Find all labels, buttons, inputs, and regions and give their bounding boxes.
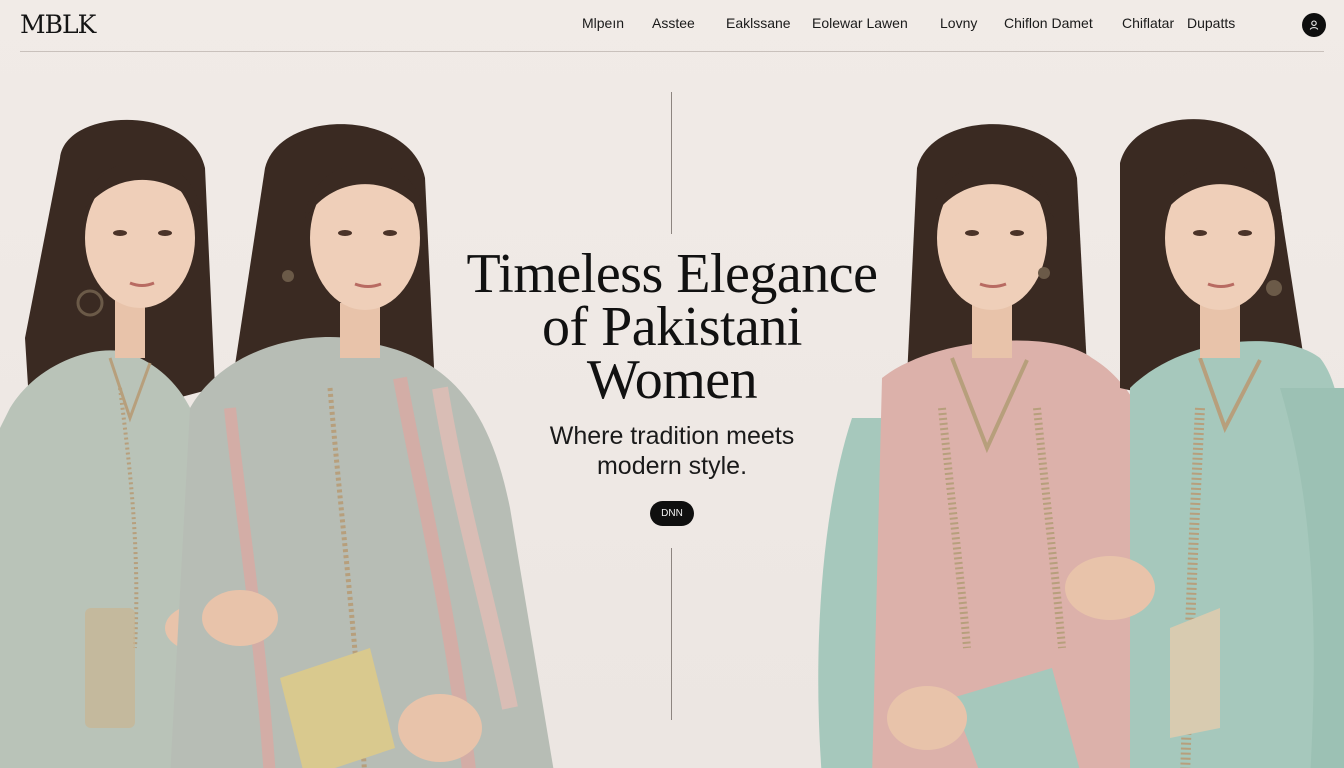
landing-page: MBLK Mlpeın Asstee Eaklssane Eolewar Law… [0, 0, 1344, 768]
nav-item-mlpein[interactable]: Mlpeın [582, 15, 624, 31]
account-button[interactable] [1302, 13, 1326, 37]
nav-item-eaklssane[interactable]: Eaklssane [726, 15, 791, 31]
nav-item-chiflon-damet[interactable]: Chiflon Damet [1004, 15, 1093, 31]
header-divider [20, 51, 1324, 52]
user-icon [1309, 20, 1319, 30]
hero-cta-button[interactable]: DNN [650, 501, 694, 526]
nav-item-eolewar-lawen[interactable]: Eolewar Lawen [812, 15, 908, 31]
nav-item-chiflatar[interactable]: Chiflatar [1122, 15, 1174, 31]
hero-title: Timeless Elegance of Pakistani Women [452, 246, 892, 408]
nav-item-dupatts[interactable]: Dupatts [1187, 15, 1235, 31]
site-header: MBLK Mlpeın Asstee Eaklssane Eolewar Law… [0, 0, 1344, 52]
divider-line-bottom [671, 548, 672, 720]
divider-line-top [671, 92, 672, 234]
hero-subtitle-line-2: modern style. [596, 452, 748, 480]
hero-copy: Timeless Elegance of Pakistani Women Whe… [452, 246, 892, 481]
model-image-mint [1060, 88, 1344, 768]
hero-subtitle: Where tradition meets modern style. [522, 421, 822, 481]
nav-item-asstee[interactable]: Asstee [652, 15, 695, 31]
nav-item-lovny[interactable]: Lovny [940, 15, 977, 31]
hero-subtitle-line-1: Where tradition meets [549, 422, 795, 450]
hero-section: Timeless Elegance of Pakistani Women Whe… [0, 52, 1344, 768]
hero-title-line-3: Women [586, 349, 758, 411]
brand-logo[interactable]: MBLK [20, 10, 96, 39]
